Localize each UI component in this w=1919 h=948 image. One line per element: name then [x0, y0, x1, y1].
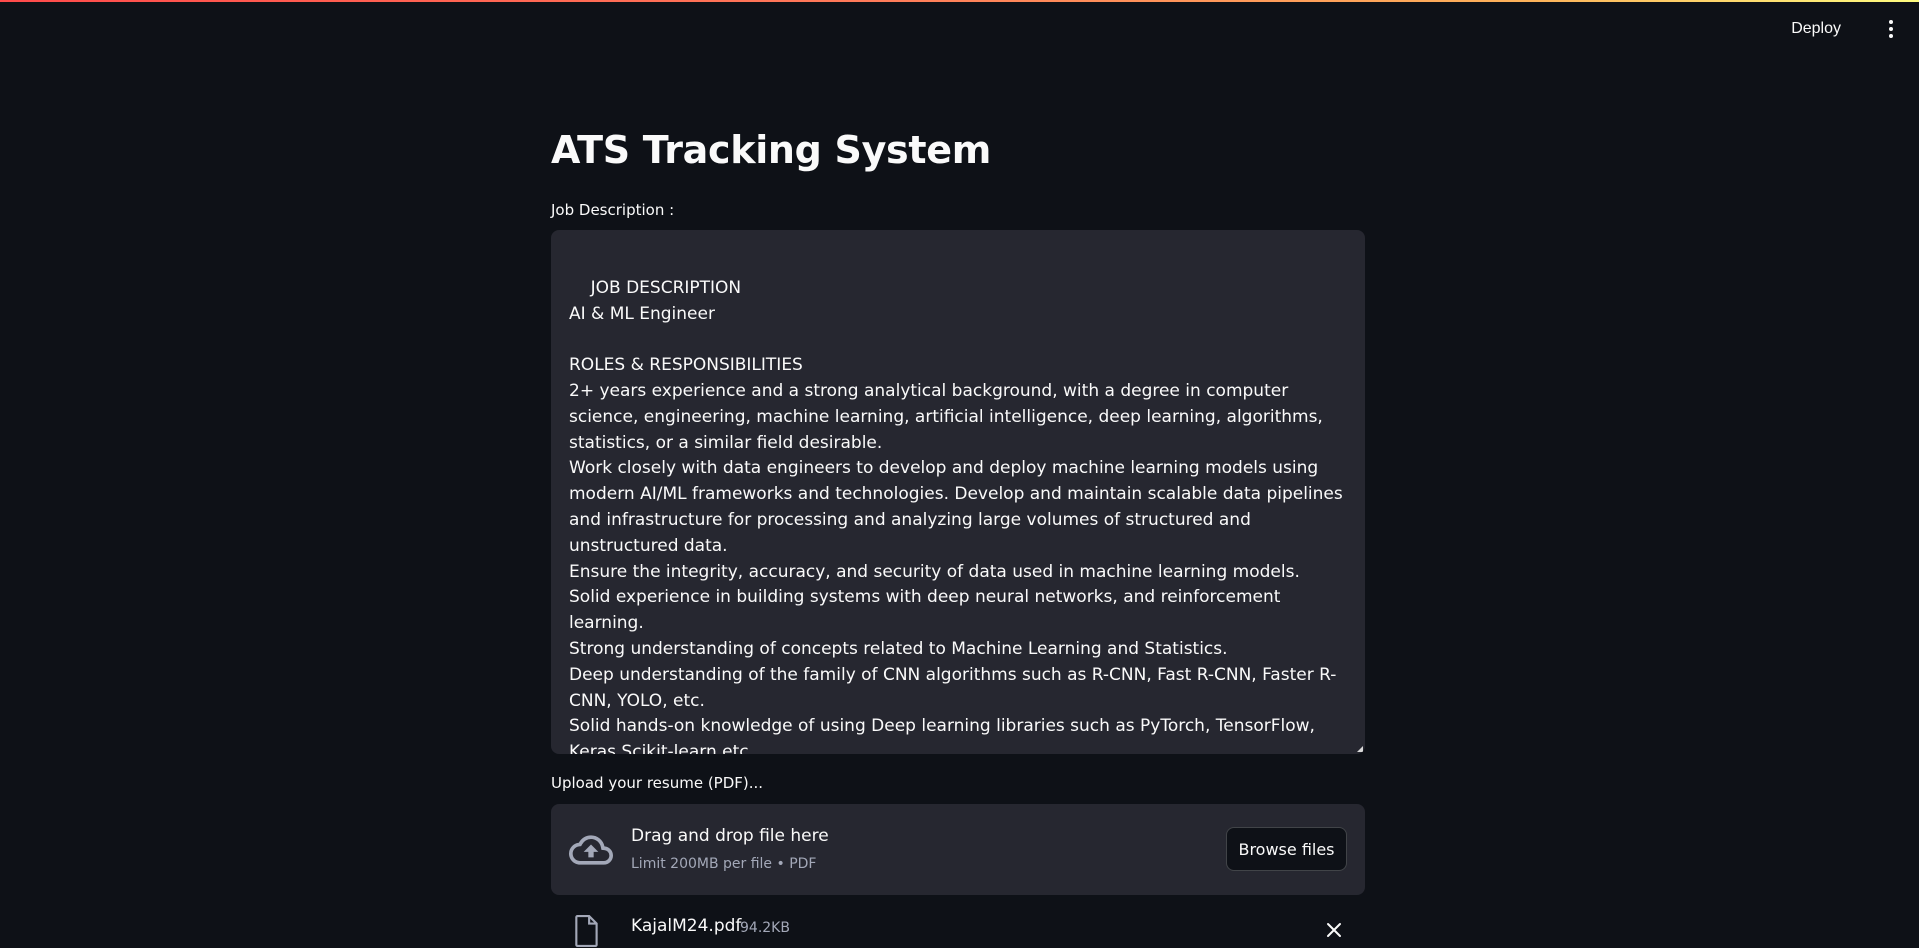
dropzone-title: Drag and drop file here — [631, 826, 829, 846]
menu-dot — [1889, 34, 1893, 38]
dropzone-limit-text: Limit 200MB per file • PDF — [631, 856, 817, 872]
menu-dot — [1889, 20, 1893, 24]
file-icon — [575, 915, 598, 947]
page-title: ATS Tracking System — [551, 128, 992, 172]
uploaded-file-item: KajalM24.pdf 94.2KB — [551, 910, 1365, 948]
uploaded-file-size: 94.2KB — [740, 920, 790, 936]
deploy-button[interactable]: Deploy — [1783, 14, 1849, 44]
vertical-ellipsis-icon[interactable] — [1881, 15, 1901, 43]
app-header: Deploy — [0, 2, 1919, 58]
menu-dot — [1889, 27, 1893, 31]
job-description-textarea[interactable]: JOB DESCRIPTION AI & ML Engineer ROLES &… — [551, 230, 1365, 754]
resize-handle[interactable] — [1357, 746, 1363, 752]
upload-label: Upload your resume (PDF)... — [551, 774, 764, 792]
job-description-text: JOB DESCRIPTION AI & ML Engineer ROLES &… — [569, 277, 1343, 754]
close-icon[interactable] — [1325, 921, 1343, 939]
cloud-upload-icon — [569, 835, 613, 865]
file-dropzone[interactable]: Drag and drop file here Limit 200MB per … — [551, 804, 1365, 895]
job-description-label: Job Description : — [551, 201, 675, 219]
uploaded-file-name: KajalM24.pdf — [631, 916, 742, 936]
browse-files-button[interactable]: Browse files — [1226, 827, 1347, 871]
